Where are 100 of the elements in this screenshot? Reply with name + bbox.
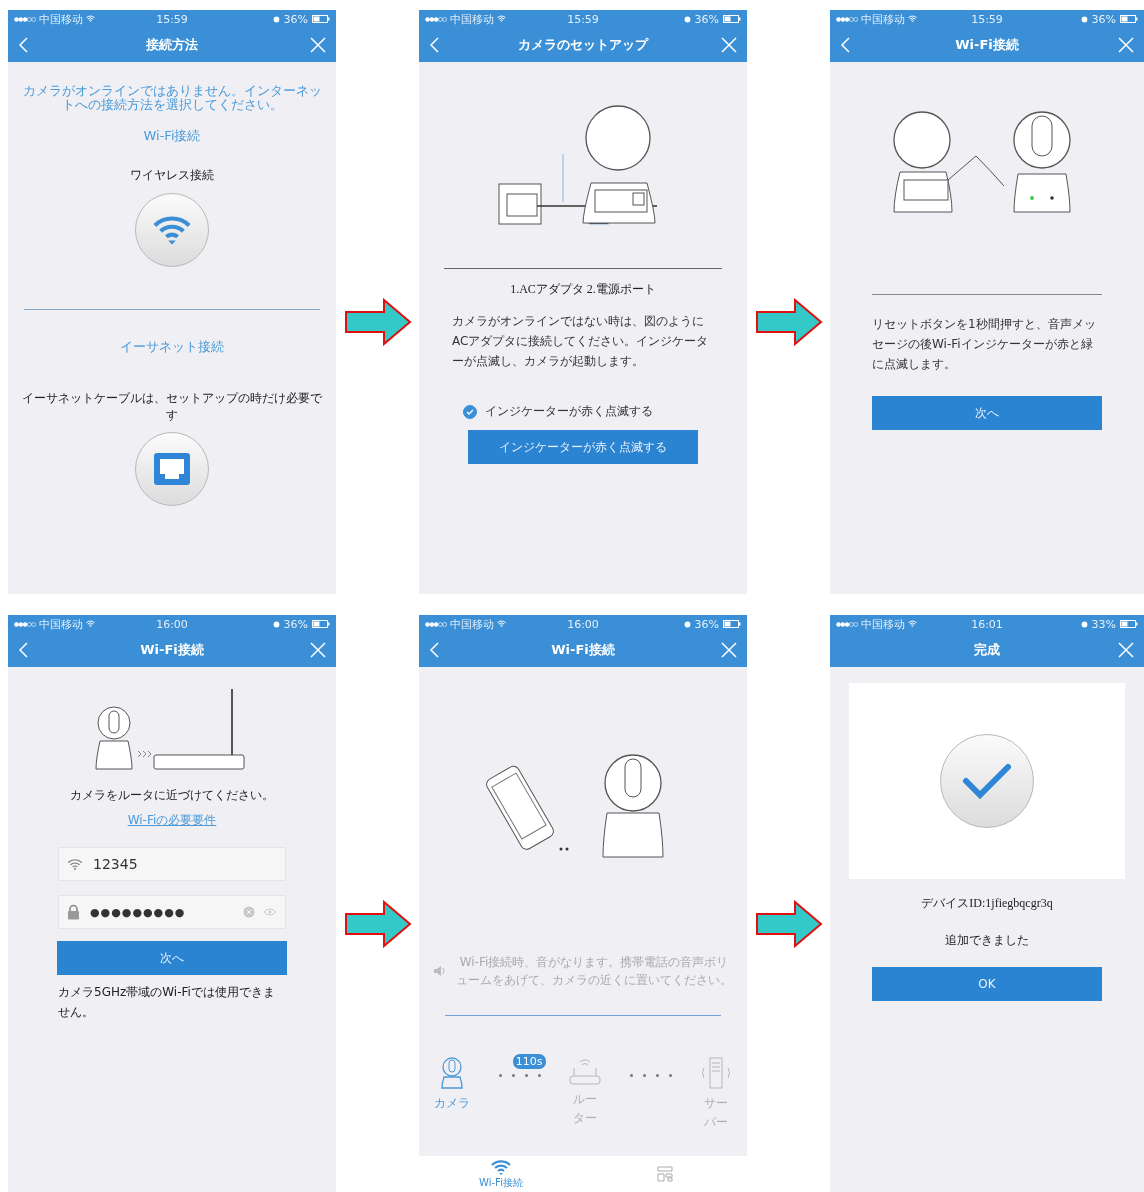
back-icon[interactable] <box>429 642 439 658</box>
close-icon[interactable] <box>721 37 737 53</box>
intro-text: カメラがオンラインではありません。インターネットへの接続方法を選択してください。 <box>22 84 322 112</box>
next-step-arrow <box>754 298 823 346</box>
battery-icon <box>312 620 330 628</box>
carrier-name: 中国移动 <box>39 616 83 632</box>
check-icon <box>466 407 474 416</box>
battery-icon <box>1120 620 1138 628</box>
screen-title: Wi-Fi接続 <box>139 641 205 659</box>
wifi-icon <box>491 1158 511 1175</box>
battery-icon <box>723 620 741 628</box>
status-time: 15:59 <box>156 12 188 26</box>
screen-title: Wi-Fi接続 <box>954 36 1020 54</box>
network-name-field[interactable]: 12345 <box>58 847 286 882</box>
carrier-name: 中国移动 <box>39 11 83 27</box>
carrier-name: 中国移动 <box>861 11 905 27</box>
wifi-icon <box>67 858 83 871</box>
option-title: イーサネット接続 <box>120 337 224 356</box>
checkmark-icon <box>962 763 1012 799</box>
carrier-name: 中国移动 <box>450 616 494 632</box>
wifi-signal-icon <box>497 620 506 628</box>
signal-icon <box>425 16 447 22</box>
option-label: イーサネットケーブルは、セットアップの時だけ必要です <box>22 389 322 425</box>
alarm-icon <box>1080 15 1088 23</box>
back-icon[interactable] <box>18 37 28 53</box>
screen-title: 接続方法 <box>145 36 199 54</box>
next-step-arrow <box>343 899 412 948</box>
next-button[interactable]: 次へ <box>872 396 1102 431</box>
band-note: カメラ5GHz帯域のWi-Fiでは使用できません。 <box>58 984 276 1021</box>
status-time: 16:00 <box>156 617 188 631</box>
ethernet-port-icon <box>153 452 191 487</box>
wifi-signal-icon <box>497 15 506 23</box>
battery-icon <box>723 15 741 23</box>
password-input[interactable]: ●●●●●●●●● <box>88 904 235 920</box>
option-label: ワイヤレス接続 <box>130 167 214 185</box>
close-icon[interactable] <box>721 642 737 658</box>
close-icon[interactable] <box>1118 642 1134 658</box>
router-icon <box>568 1056 603 1086</box>
qr-code-icon <box>657 1166 673 1182</box>
wifi-signal-icon <box>86 15 95 23</box>
confirm-button[interactable]: インジケーターが赤く点滅する <box>468 430 698 465</box>
back-icon[interactable] <box>429 37 439 53</box>
alarm-icon <box>683 15 691 23</box>
next-step-arrow <box>754 899 823 948</box>
instruction-text: カメラがオンラインではない時は、図のようにACアダプタに接続してください。インジケーターが点滅し、カメラが起動します。 <box>452 313 710 370</box>
diagram-caption: 1.ACアダプタ 2.電源ポート <box>510 281 656 298</box>
camera-icon <box>440 1056 465 1090</box>
requirements-link[interactable]: Wi-Fiの必要要件 <box>127 812 217 830</box>
hint-text: カメラをルータに近づけてください。 <box>70 787 274 804</box>
battery-icon <box>1120 15 1138 23</box>
status-time: 15:59 <box>567 12 599 26</box>
battery-icon <box>312 15 330 23</box>
wifi-signal-icon <box>86 620 95 628</box>
carrier-name: 中国移动 <box>450 11 494 27</box>
close-icon[interactable] <box>310 642 326 658</box>
battery-percent: 36% <box>694 12 719 26</box>
success-message: 追加できました <box>945 932 1029 949</box>
volume-notice: Wi-Fi接続時、音がなります。携帯電話の音声ボリュームをあげて、カメラの近くに置いてください。 <box>455 954 733 989</box>
back-icon[interactable] <box>18 642 28 658</box>
battery-percent: 36% <box>694 617 719 631</box>
ok-button[interactable]: OK <box>872 967 1102 1002</box>
battery-percent: 36% <box>283 617 308 631</box>
battery-percent: 36% <box>283 12 308 26</box>
signal-icon <box>836 16 858 22</box>
lock-icon <box>67 904 80 921</box>
password-field[interactable]: ●●●●●●●●● <box>58 895 286 930</box>
speaker-icon <box>433 965 447 977</box>
close-icon[interactable] <box>1118 37 1134 53</box>
alarm-icon <box>272 15 280 23</box>
battery-percent: 36% <box>1091 12 1116 26</box>
status-time: 16:00 <box>567 617 599 631</box>
wifi-signal-icon <box>908 15 917 23</box>
screen-title: 完成 <box>973 641 1001 659</box>
close-icon[interactable] <box>310 37 326 53</box>
alarm-icon <box>272 620 280 628</box>
step-label: ルーター <box>572 1091 598 1128</box>
signal-icon <box>425 621 447 627</box>
alarm-icon <box>1080 620 1088 628</box>
wifi-signal-icon <box>908 620 917 628</box>
signal-icon <box>836 621 858 627</box>
status-time: 16:01 <box>971 617 1003 631</box>
wifi-icon <box>153 214 191 245</box>
screen-title: Wi-Fi接続 <box>550 641 616 659</box>
network-name-input[interactable]: 12345 <box>91 855 277 874</box>
signal-icon <box>14 621 36 627</box>
next-button[interactable]: 次へ <box>57 941 287 976</box>
next-step-arrow <box>343 298 412 346</box>
alarm-icon <box>683 620 691 628</box>
countdown-badge: 110s <box>512 1054 546 1069</box>
battery-percent: 33% <box>1091 617 1116 631</box>
device-id-text: デバイスID:1jfiegbqcgr3q <box>921 895 1053 912</box>
status-time: 15:59 <box>971 12 1003 26</box>
screen-title: カメラのセットアップ <box>517 36 650 54</box>
instruction-text: リセットボタンを1秒間押すと、音声メッセージの後Wi-Fiインジケーターが赤と緑に点滅します。 <box>872 316 1097 373</box>
back-icon[interactable] <box>840 37 850 53</box>
signal-icon <box>14 16 36 22</box>
step-label: サーバー <box>703 1095 729 1132</box>
checkbox-label: インジケーターが赤く点滅する <box>485 403 653 421</box>
step-label: カメラ <box>433 1095 472 1112</box>
checkbox[interactable] <box>463 404 477 419</box>
